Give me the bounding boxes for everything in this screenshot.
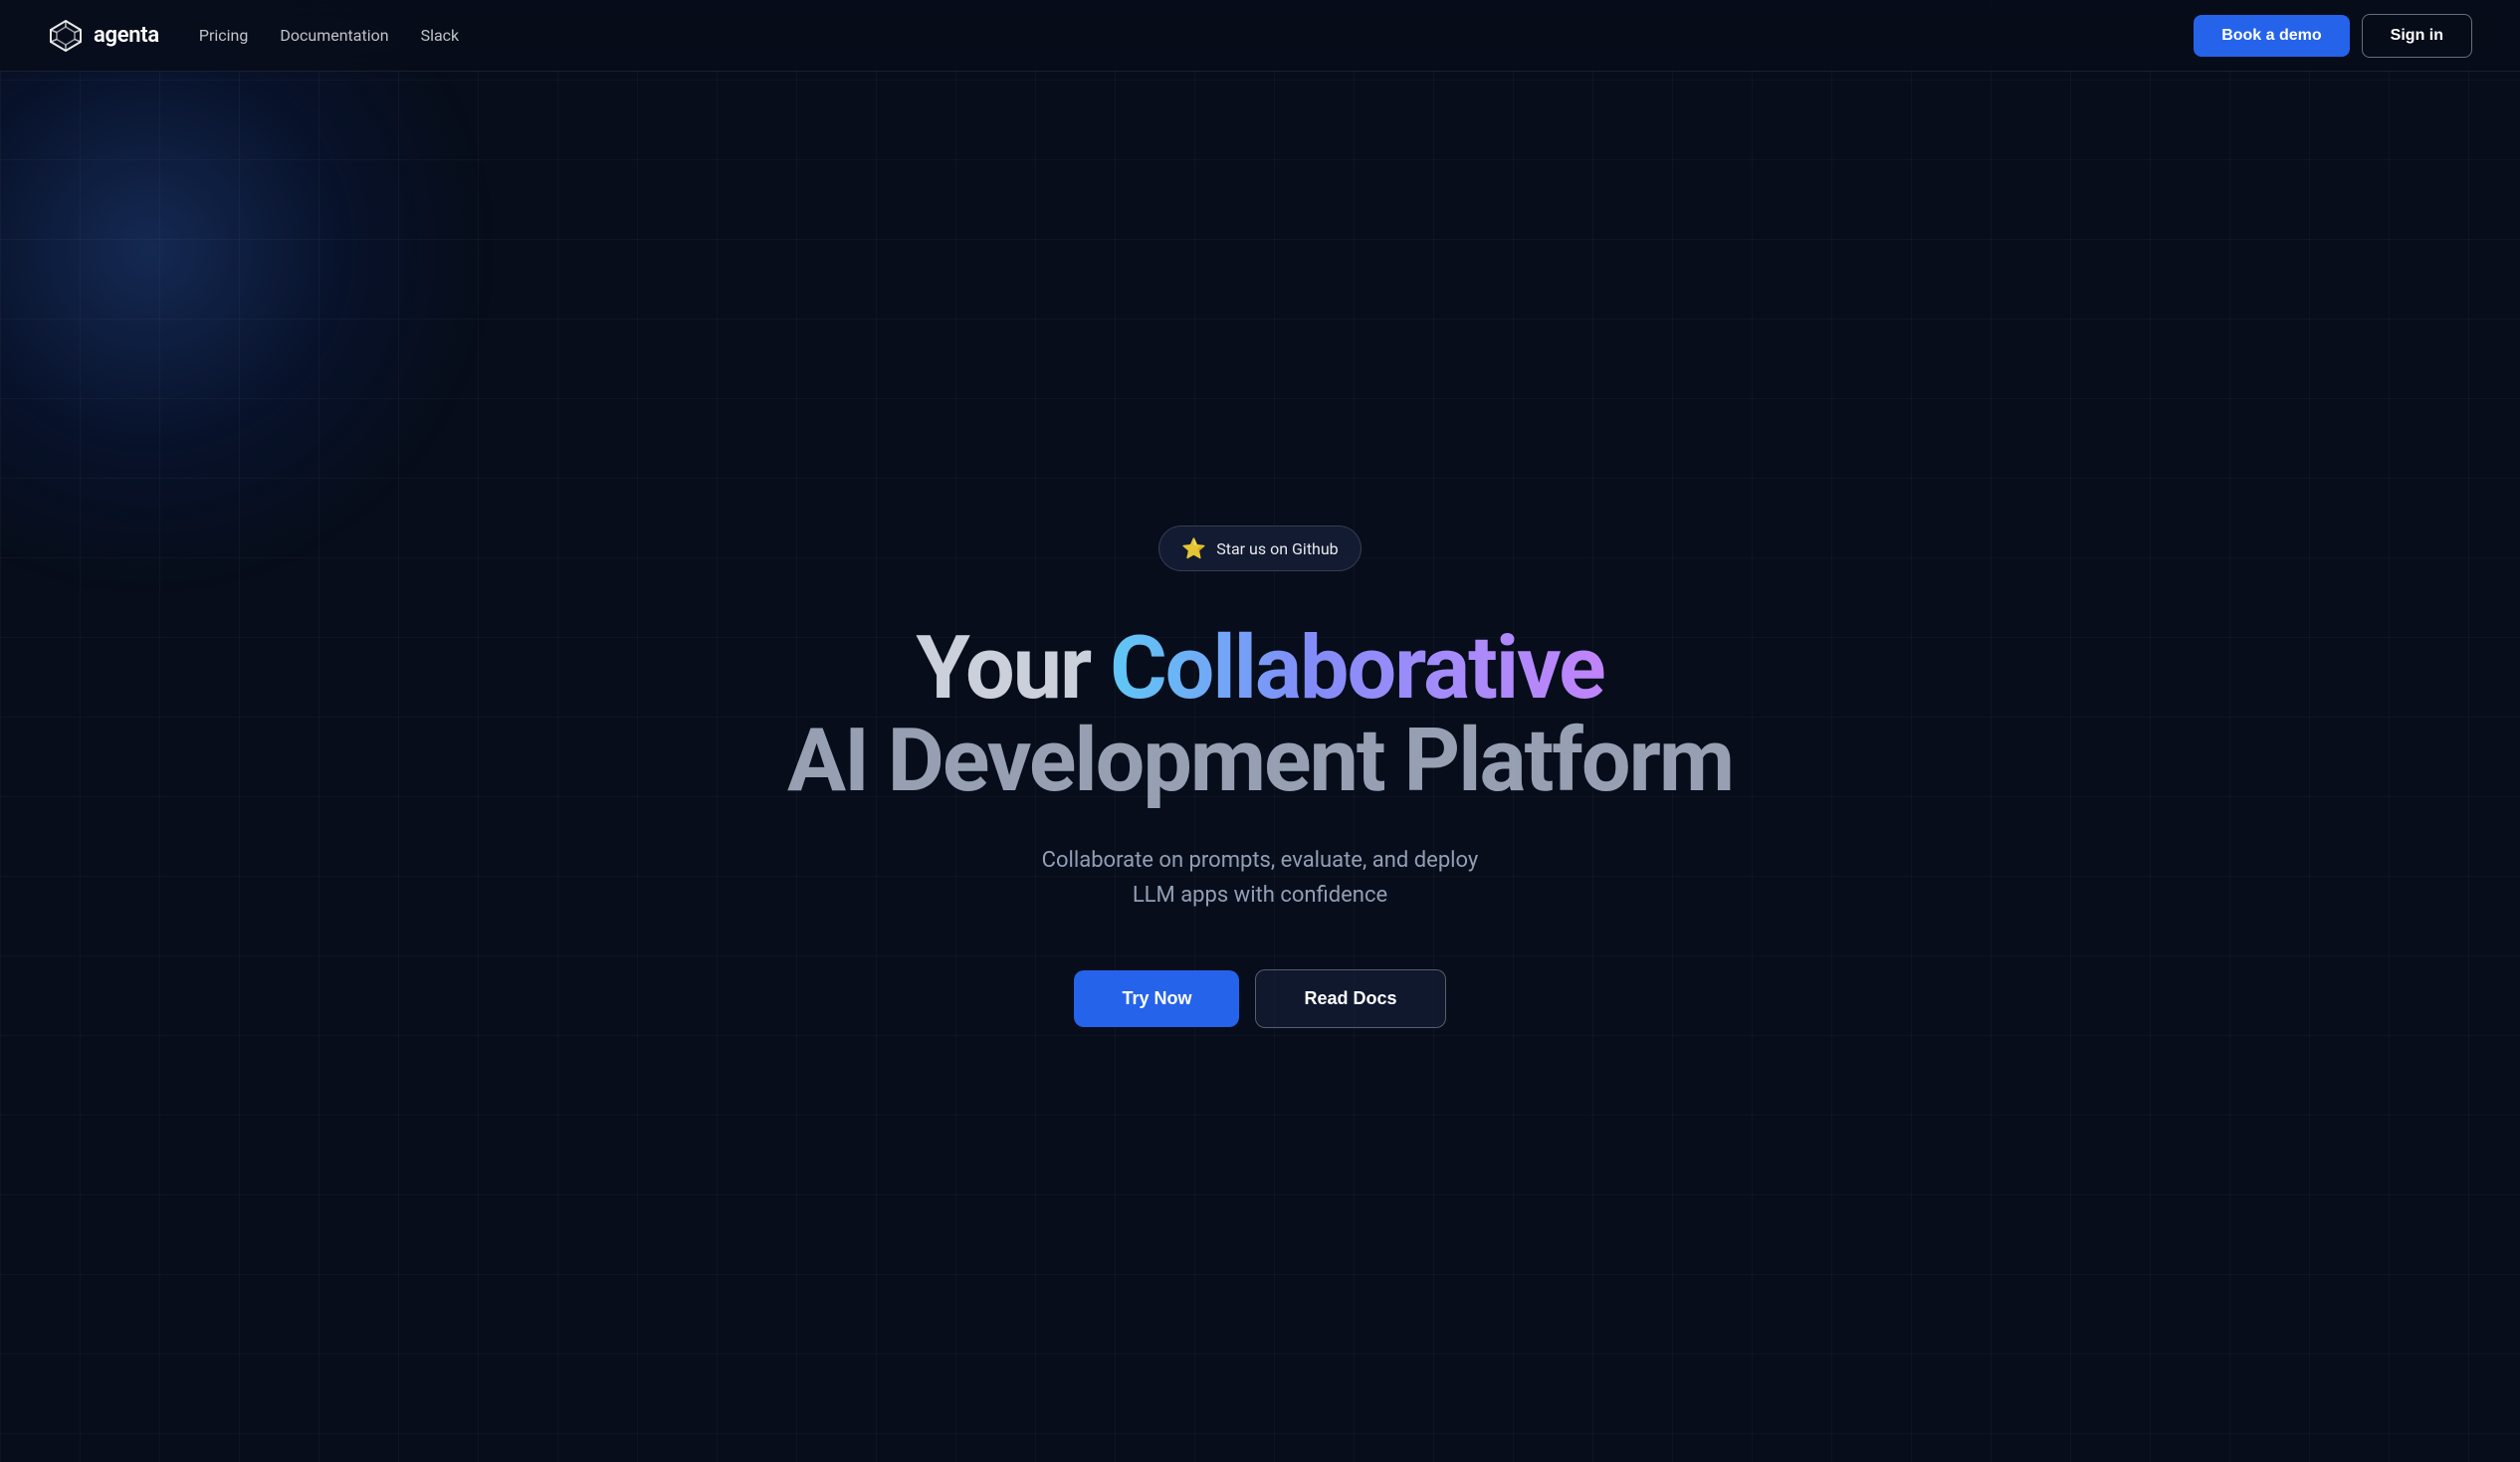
headline-your: Your	[916, 617, 1110, 720]
hero-headline: Your Collaborative AI Development Platfo…	[787, 623, 1733, 807]
try-now-button[interactable]: Try Now	[1074, 970, 1239, 1027]
logo-text: agenta	[94, 23, 159, 48]
logo-link[interactable]: agenta	[48, 18, 159, 54]
github-badge-label: Star us on Github	[1216, 539, 1338, 558]
nav-links: Pricing Documentation Slack	[199, 26, 459, 45]
subtext-line1: Collaborate on prompts, evaluate, and de…	[1042, 848, 1479, 873]
nav-link-slack[interactable]: Slack	[421, 26, 460, 45]
sign-in-button[interactable]: Sign in	[2362, 14, 2472, 58]
subtext-line2: LLM apps with confidence	[1133, 883, 1387, 908]
star-icon: ⭐	[1181, 536, 1206, 560]
book-demo-button[interactable]: Book a demo	[2194, 15, 2349, 57]
cta-group: Try Now Read Docs	[1074, 969, 1445, 1028]
navbar: agenta Pricing Documentation Slack Book …	[0, 0, 2520, 72]
headline-collaborative: Collaborative	[1110, 617, 1604, 720]
hero-section: ⭐ Star us on Github Your Collaborative A…	[0, 72, 2520, 1462]
nav-link-documentation[interactable]: Documentation	[280, 26, 388, 45]
nav-left: agenta Pricing Documentation Slack	[48, 18, 459, 54]
github-badge[interactable]: ⭐ Star us on Github	[1158, 525, 1361, 571]
nav-link-pricing[interactable]: Pricing	[199, 26, 249, 45]
read-docs-button[interactable]: Read Docs	[1255, 969, 1445, 1028]
hero-subtext: Collaborate on prompts, evaluate, and de…	[1042, 843, 1479, 913]
headline-line2: AI Development Platform	[787, 716, 1733, 807]
logo-icon	[48, 18, 84, 54]
nav-right: Book a demo Sign in	[2194, 14, 2472, 58]
headline-line1: Your Collaborative	[787, 623, 1733, 715]
